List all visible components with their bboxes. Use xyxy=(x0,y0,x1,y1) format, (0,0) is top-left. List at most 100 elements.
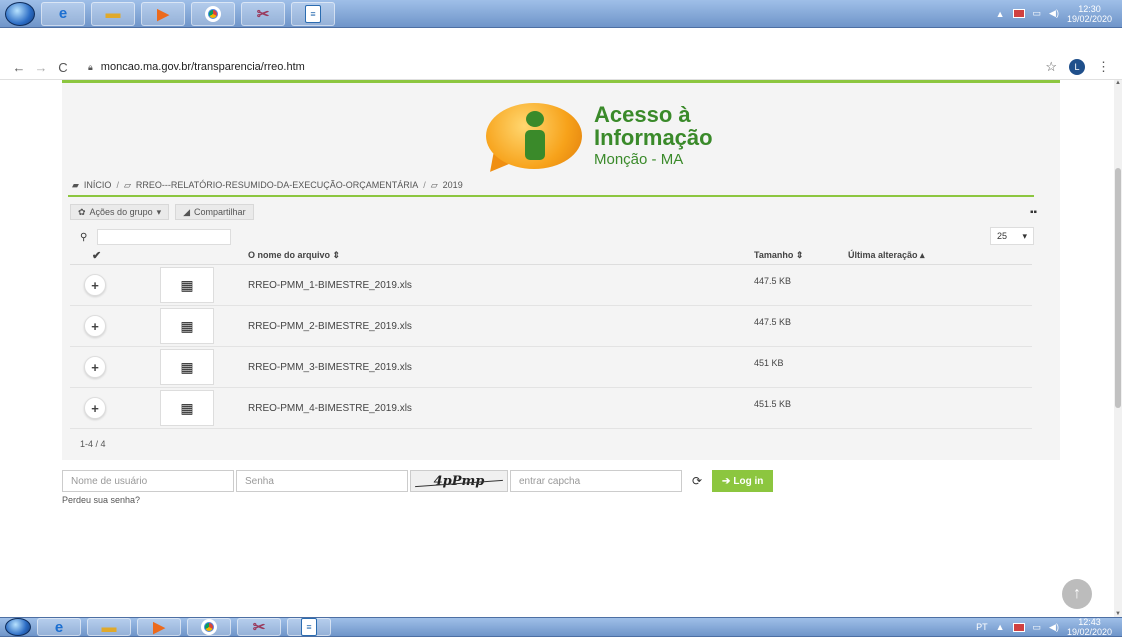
action-center-icon[interactable] xyxy=(1012,622,1025,632)
grid-view-icon[interactable]: ▪▪ xyxy=(1030,207,1037,218)
forward-icon[interactable]: → xyxy=(30,60,52,75)
start-orb-icon[interactable] xyxy=(5,618,31,636)
clock[interactable]: 12:43 19/02/2020 xyxy=(1067,617,1112,637)
share-button[interactable]: ◢ Compartilhar xyxy=(175,204,254,220)
forgot-password-link[interactable]: Perdeu sua senha? xyxy=(62,495,140,505)
clock-time: 12:30 xyxy=(1078,3,1101,14)
volume-icon[interactable]: ◀) xyxy=(1049,8,1059,19)
site-logo[interactable]: Acesso à Informação Monção - MA xyxy=(481,101,713,180)
menu-kebab-icon[interactable]: ⋮ xyxy=(1097,59,1110,75)
browser-toolbar: ← → C 🔒︎ moncao.ma.gov.br/transparencia/… xyxy=(0,55,1122,80)
check-icon[interactable]: ✔ xyxy=(70,249,248,262)
media-player-icon[interactable]: ▶ xyxy=(137,618,181,636)
ie-icon[interactable]: e xyxy=(41,1,85,26)
action-center-icon[interactable] xyxy=(1012,9,1025,18)
login-icon: ➔ xyxy=(722,475,731,487)
table-row[interactable]: + ▦ RREO-PMM_2-BIMESTRE_2019.xls 447.5 K… xyxy=(70,306,1032,347)
chrome-taskbar-button[interactable] xyxy=(187,618,231,636)
expand-row-button[interactable]: + xyxy=(84,397,106,419)
column-header-size[interactable]: Tamanho ⇕ xyxy=(754,250,848,261)
system-tray: ▲ ▭ ◀) 12:30 19/02/2020 xyxy=(996,4,1122,24)
breadcrumb-rreo[interactable]: RREO---RELATÓRIO-RESUMIDO-DA-EXECUÇÃO-OR… xyxy=(136,180,418,190)
column-modified-label: Última alteração xyxy=(848,250,918,260)
info-logo-icon xyxy=(481,101,582,180)
folder-open-icon: ▰ xyxy=(72,179,79,190)
file-size: 451 KB xyxy=(754,358,784,368)
clock[interactable]: 12:30 19/02/2020 xyxy=(1067,4,1112,24)
per-page-select[interactable]: 25 ▾ xyxy=(990,227,1034,245)
scrollbar-thumb[interactable] xyxy=(1115,168,1121,408)
username-input[interactable]: Nome de usuário xyxy=(62,470,234,492)
column-name-label: O nome do arquivo xyxy=(248,250,331,260)
table-row[interactable]: + ▦ RREO-PMM_1-BIMESTRE_2019.xls 447.5 K… xyxy=(70,265,1032,306)
clock-date: 19/02/2020 xyxy=(1066,627,1112,637)
expand-row-button[interactable]: + xyxy=(84,356,106,378)
column-header-name[interactable]: O nome do arquivo ⇕ xyxy=(248,250,754,261)
expand-row-button[interactable]: + xyxy=(84,315,106,337)
group-actions-button[interactable]: ✿ Ações do grupo ▾ xyxy=(70,204,170,220)
taskbar-top: e ▬ ▶ ✂ ≡ ▲ ▭ ◀) 12:30 19/02/2020 xyxy=(0,0,1122,28)
spreadsheet-icon[interactable]: ▦ xyxy=(160,267,214,303)
spreadsheet-icon[interactable]: ▦ xyxy=(160,349,214,385)
file-size: 447.5 KB xyxy=(754,317,792,327)
file-name[interactable]: RREO-PMM_1-BIMESTRE_2019.xls xyxy=(248,280,754,291)
spreadsheet-icon[interactable]: ▦ xyxy=(160,390,214,426)
star-icon[interactable]: ☆ xyxy=(1045,59,1057,75)
file-size: 447.5 KB xyxy=(754,276,792,286)
document-icon: ≡ xyxy=(301,618,317,636)
spreadsheet-icon[interactable]: ▦ xyxy=(160,308,214,344)
per-page-value: 25 xyxy=(997,231,1008,241)
back-icon[interactable]: ← xyxy=(8,60,30,75)
page-scrollbar[interactable]: ▲ ▼ xyxy=(1114,80,1122,617)
file-table: ✔ O nome do arquivo ⇕ Tamanho ⇕ Última a… xyxy=(70,247,1032,429)
chrome-taskbar-button[interactable] xyxy=(191,1,235,26)
language-indicator[interactable]: PT xyxy=(976,622,988,632)
breadcrumb-2019[interactable]: 2019 xyxy=(443,180,463,190)
page-viewport: Acesso à Informação Monção - MA ▰ INÍCIO… xyxy=(0,80,1114,617)
folder-icon: ▱ xyxy=(123,179,131,190)
column-header-modified[interactable]: Última alteração ▴ xyxy=(848,250,1032,261)
folder-icon[interactable]: ▬ xyxy=(91,1,135,26)
network-icon[interactable]: ▭ xyxy=(1033,8,1042,19)
tray-expand-icon[interactable]: ▲ xyxy=(996,9,1005,19)
file-name[interactable]: RREO-PMM_3-BIMESTRE_2019.xls xyxy=(248,362,754,373)
network-icon[interactable]: ▭ xyxy=(1033,622,1042,633)
document-taskbar-button[interactable]: ≡ xyxy=(287,618,331,636)
arrow-up-icon[interactable]: ↑ xyxy=(1062,579,1092,609)
system-tray: PT ▲ ▭ ◀) 12:43 19/02/2020 xyxy=(976,617,1122,637)
lock-icon[interactable]: 🔒︎ xyxy=(88,62,93,73)
tray-expand-icon[interactable]: ▲ xyxy=(996,622,1005,632)
gear-icon: ✿ xyxy=(78,206,86,217)
start-orb-icon[interactable] xyxy=(5,1,35,26)
profile-avatar[interactable]: L xyxy=(1069,59,1085,75)
breadcrumb-home[interactable]: INÍCIO xyxy=(84,180,112,190)
captcha-input[interactable]: entrar capcha xyxy=(510,470,682,492)
volume-icon[interactable]: ◀) xyxy=(1049,622,1059,633)
search-icon: ⚲ xyxy=(80,231,88,243)
document-taskbar-button[interactable]: ≡ xyxy=(291,1,335,26)
breadcrumb-separator: / xyxy=(116,180,119,190)
password-input[interactable]: Senha xyxy=(236,470,408,492)
reload-icon[interactable]: C xyxy=(52,60,74,75)
login-button[interactable]: ➔ Log in xyxy=(712,470,774,492)
snipping-tool-icon[interactable]: ✂ xyxy=(241,1,285,26)
caret-down-icon: ▾ xyxy=(156,206,162,217)
captcha-image: 4pPmp xyxy=(410,470,508,492)
expand-row-button[interactable]: + xyxy=(84,274,106,296)
chrome-icon xyxy=(201,619,217,635)
address-bar[interactable]: moncao.ma.gov.br/transparencia/rreo.htm xyxy=(101,61,305,73)
media-player-icon[interactable]: ▶ xyxy=(141,1,185,26)
content-panel: Acesso à Informação Monção - MA ▰ INÍCIO… xyxy=(62,80,1060,460)
file-name[interactable]: RREO-PMM_4-BIMESTRE_2019.xls xyxy=(248,403,754,414)
snipping-tool-icon[interactable]: ✂ xyxy=(237,618,281,636)
search-input[interactable] xyxy=(97,229,232,245)
ie-icon[interactable]: e xyxy=(37,618,81,636)
table-row[interactable]: + ▦ RREO-PMM_4-BIMESTRE_2019.xls 451.5 K… xyxy=(70,388,1032,429)
column-size-label: Tamanho xyxy=(754,250,794,260)
scroll-up-icon[interactable]: ▲ xyxy=(1115,80,1121,86)
search-row: ⚲ xyxy=(80,229,232,245)
refresh-icon[interactable]: ⟳ xyxy=(684,474,710,488)
table-row[interactable]: + ▦ RREO-PMM_3-BIMESTRE_2019.xls 451 KB xyxy=(70,347,1032,388)
file-name[interactable]: RREO-PMM_2-BIMESTRE_2019.xls xyxy=(248,321,754,332)
folder-icon[interactable]: ▬ xyxy=(87,618,131,636)
